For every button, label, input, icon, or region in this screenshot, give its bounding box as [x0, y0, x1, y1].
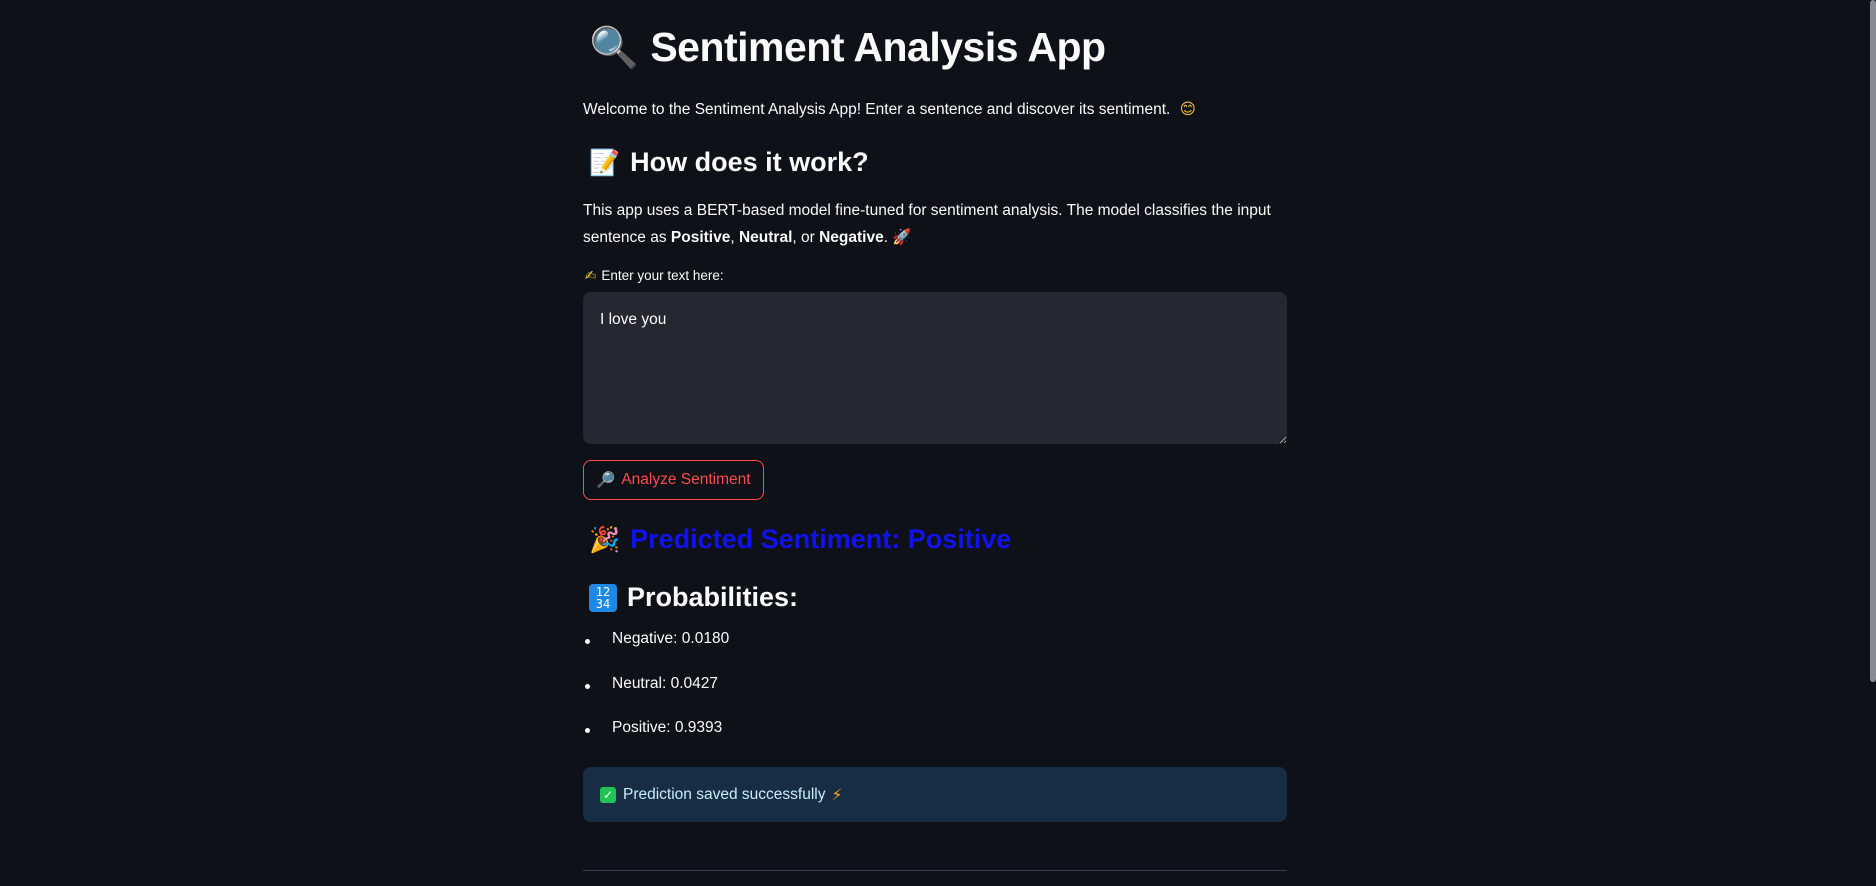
page-scrollbar[interactable]: [1870, 0, 1876, 682]
text-input[interactable]: [583, 292, 1287, 444]
success-alert: ✓ Prediction saved successfully ⚡: [583, 767, 1287, 822]
magnifier-icon: 🔍: [589, 25, 639, 71]
smile-icon: 😊: [1179, 100, 1196, 118]
writing-hand-icon: ✍: [585, 268, 597, 284]
rocket-icon: 🚀: [892, 228, 912, 246]
description-text: This app uses a BERT-based model fine-tu…: [583, 198, 1273, 251]
label-neutral: Neutral: [738, 229, 793, 246]
description-sep-1: ,: [730, 229, 739, 246]
text-input-label-text: Enter your text here:: [601, 268, 724, 283]
description-suffix: .: [883, 229, 889, 246]
party-popper-icon: 🎉: [589, 524, 621, 554]
welcome-text: Welcome to the Sentiment Analysis App! E…: [583, 100, 1196, 119]
probabilities-heading-text: Probabilities:: [627, 582, 799, 612]
memo-icon: 📝: [589, 147, 621, 177]
check-icon: ✓: [600, 786, 616, 803]
label-negative: Negative: [819, 229, 884, 246]
analyze-sentiment-button[interactable]: 🔎 Analyze Sentiment: [583, 460, 764, 500]
text-input-label: ✍ Enter your text here:: [585, 268, 724, 284]
numbers-icon: 12 34: [589, 583, 617, 612]
success-alert-text: Prediction saved successfully: [623, 785, 826, 803]
divider: [583, 870, 1287, 871]
how-it-works-heading-text: How does it work?: [630, 147, 869, 177]
lightning-icon: ⚡: [831, 785, 843, 804]
analyze-sentiment-button-label: Analyze Sentiment: [621, 471, 751, 488]
how-it-works-heading: 📝 How does it work?: [589, 147, 869, 178]
page-title-text: Sentiment Analysis App: [650, 24, 1106, 70]
welcome-text-label: Welcome to the Sentiment Analysis App! E…: [583, 101, 1171, 118]
predicted-sentiment-text: Predicted Sentiment: Positive: [630, 524, 1012, 554]
list-item: Negative: 0.0180: [583, 630, 729, 675]
list-item: Positive: 0.9393: [583, 719, 729, 764]
probabilities-list: Negative: 0.0180 Neutral: 0.0427 Positiv…: [583, 630, 729, 764]
label-positive: Positive: [670, 229, 731, 246]
list-item: Neutral: 0.0427: [583, 675, 729, 720]
magnifier-icon: 🔎: [596, 471, 616, 489]
probabilities-heading: 12 34 Probabilities:: [589, 582, 798, 613]
page-title: 🔍 Sentiment Analysis App: [589, 24, 1106, 71]
description-sep-2: , or: [792, 229, 820, 246]
app-root: 🔍 Sentiment Analysis App Welcome to the …: [0, 0, 1876, 886]
predicted-sentiment-heading: 🎉 Predicted Sentiment: Positive: [589, 524, 1011, 555]
